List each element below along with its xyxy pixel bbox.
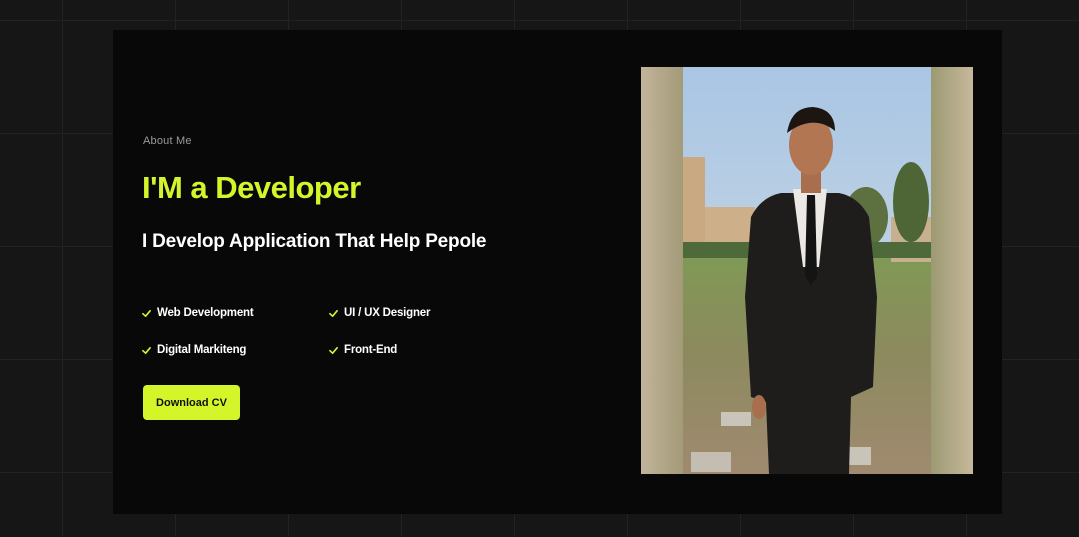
download-cv-button[interactable]: Download CV [143, 385, 240, 420]
skill-item-digital-marketing: Digital Markiteng [142, 343, 329, 357]
page-subtitle: I Develop Application That Help Pepole [142, 231, 487, 252]
about-section: About Me I'M a Developer I Develop Appli… [113, 30, 1002, 514]
skills-list: Web Development UI / UX Designer Digital… [142, 306, 522, 357]
skill-label: Digital Markiteng [157, 344, 247, 356]
skill-label: UI / UX Designer [344, 307, 431, 319]
check-icon [329, 309, 338, 317]
skill-item-web-development: Web Development [142, 306, 329, 320]
profile-photo-illustration [641, 67, 973, 474]
page-background: About Me I'M a Developer I Develop Appli… [0, 0, 1079, 537]
skill-label: Front-End [344, 344, 398, 356]
page-title: I'M a Developer [142, 170, 361, 205]
check-icon [329, 346, 338, 354]
profile-photo [641, 67, 973, 474]
check-icon [142, 309, 151, 317]
skill-label: Web Development [157, 307, 254, 319]
section-eyebrow: About Me [143, 135, 192, 147]
skill-item-ui-ux-designer: UI / UX Designer [329, 306, 516, 320]
skill-item-front-end: Front-End [329, 343, 516, 357]
check-icon [142, 346, 151, 354]
